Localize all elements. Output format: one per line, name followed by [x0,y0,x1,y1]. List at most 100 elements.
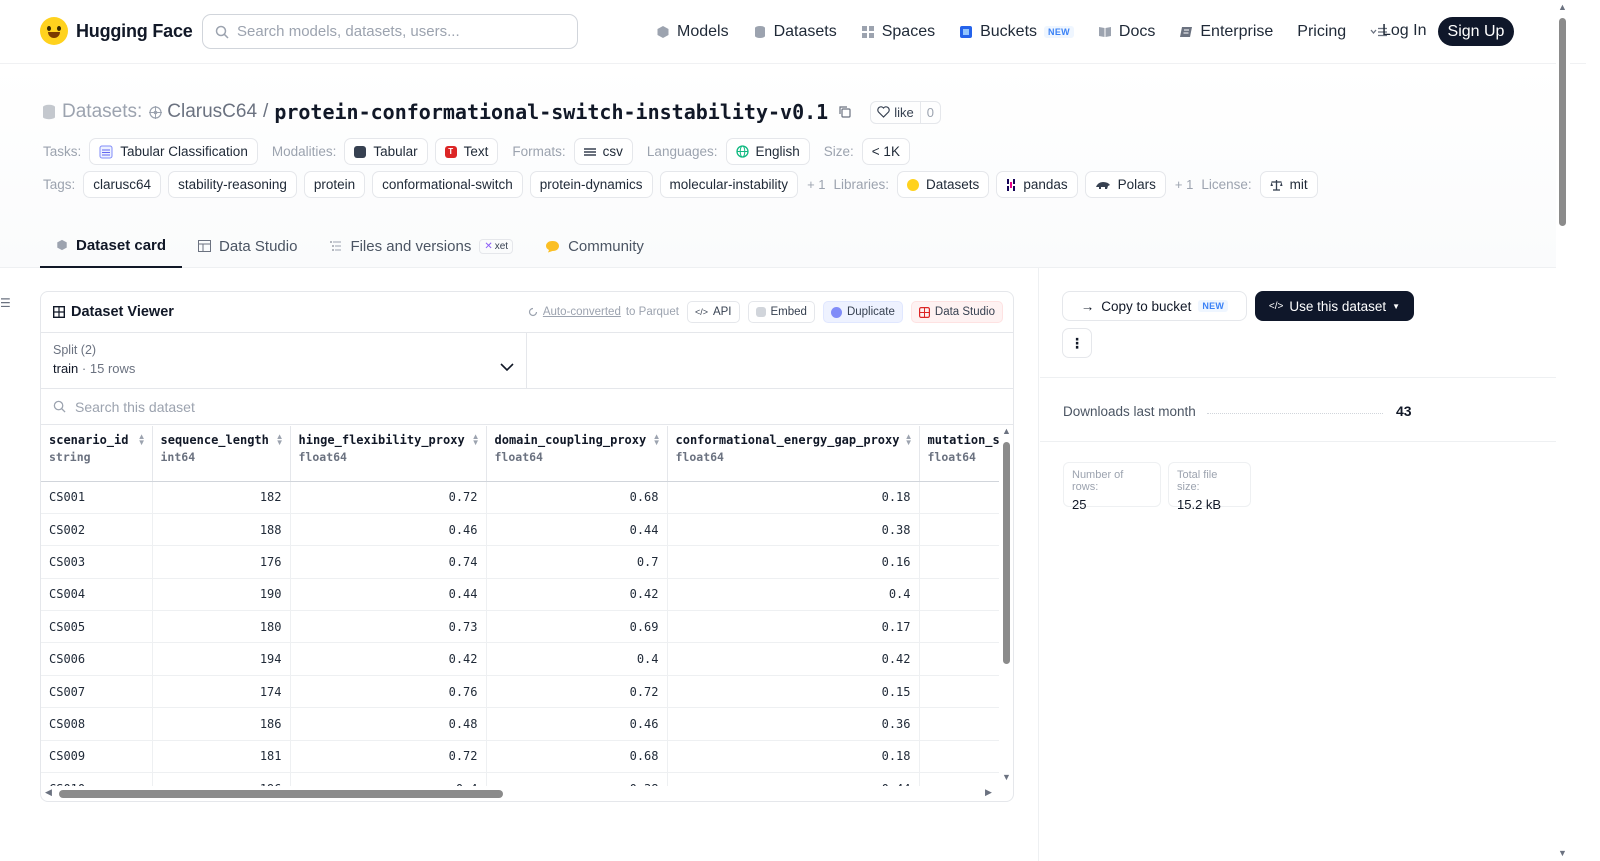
nav-pricing[interactable]: Pricing [1297,18,1346,46]
scroll-right-arrow[interactable]: ▶ [985,787,992,798]
global-search-input[interactable] [237,23,557,40]
table-vertical-scrollbar[interactable]: ▲ ▼ [1001,426,1013,782]
data-studio-button[interactable]: Data Studio [910,301,1003,323]
repo-name[interactable]: protein-conformational-switch-instabilit… [274,100,828,124]
api-label: API [712,306,732,318]
api-button[interactable]: </> API [686,301,740,323]
tab-label: Data Studio [219,237,298,255]
table-cell: 0.48 [290,707,487,741]
column-header[interactable]: sequence_length int64 ▲ ▼ [152,426,291,482]
datasets-breadcrumb[interactable]: Datasets: [62,101,142,123]
modality-chip-text[interactable]: T Text [434,138,499,165]
column-header[interactable]: domain_coupling_proxy float64 ▲ ▼ [486,426,668,482]
column-header[interactable]: scenario_id string ▲ ▼ [41,426,153,482]
tag-chip[interactable]: protein [303,171,366,198]
task-chip[interactable]: Tabular Classification [89,138,258,165]
column-header[interactable]: mutation_s float64 [919,426,999,482]
nav-buckets[interactable]: Buckets NEW [959,18,1074,46]
table-cell: 0.76 [290,675,487,709]
embed-button[interactable]: Embed [747,301,815,323]
language-chip[interactable]: English [725,138,810,165]
sort-icon[interactable]: ▲ ▼ [905,433,913,447]
scrollbar-thumb[interactable] [59,790,503,798]
table-cell: 0.46 [486,707,668,741]
scroll-up-arrow[interactable]: ▲ [1002,426,1011,436]
table-row[interactable]: CS0101960.40.380.44 [41,772,999,786]
more-options-button[interactable]: ⋮ [1062,328,1092,358]
like-button[interactable]: like 0 [870,100,941,124]
size-chip[interactable]: < 1K [861,138,910,165]
owner-link[interactable]: ClarusC64 [148,101,257,123]
table-row[interactable]: CS003 176 0.74 0.7 0.16 [41,545,999,579]
table-row[interactable]: CS004 190 0.44 0.42 0.4 [41,578,999,612]
table-cell: 0.42 [486,578,668,612]
sort-icon[interactable]: ▲ ▼ [653,433,661,447]
nav-datasets[interactable]: Datasets [753,18,837,46]
tab-files-and-versions[interactable]: Files and versions ✕ xet [313,224,529,268]
metadata-row-1: Tasks: Tabular Classification Modalities… [43,138,917,165]
scroll-down-arrow[interactable]: ▼ [1558,848,1567,858]
duplicate-button[interactable]: Duplicate [822,301,903,323]
table-cell: 0.73 [290,610,487,644]
nav-docs[interactable]: Docs [1098,18,1155,46]
library-chip-pandas[interactable]: pandas [996,171,1078,198]
library-chip-polars[interactable]: Polars [1084,171,1166,198]
tab-dataset-card[interactable]: Dataset card [40,224,183,268]
tab-data-studio[interactable]: Data Studio [182,224,313,268]
library-chip-datasets[interactable]: Datasets [897,171,990,198]
use-this-dataset-button[interactable]: </> Use this dataset ▼ [1255,291,1414,321]
scroll-left-arrow[interactable]: ◀ [45,787,52,798]
modality-chip-tabular[interactable]: Tabular [344,138,428,165]
tag-chip[interactable]: molecular-instability [659,171,799,198]
tag-chip[interactable]: conformational-switch [372,171,523,198]
nav-enterprise[interactable]: Enterprise [1179,18,1273,46]
table-icon [53,306,65,318]
tab-community[interactable]: Community [529,224,660,268]
scroll-down-arrow[interactable]: ▼ [1002,772,1011,782]
tag-chip[interactable]: stability-reasoning [168,171,297,198]
table-row[interactable]: CS002 188 0.46 0.44 0.38 [41,513,999,547]
column-header[interactable]: conformational_energy_gap_proxy float64 ▲ ▼ [667,426,920,482]
scroll-up-arrow[interactable]: ▲ [1558,2,1567,12]
brand-logo[interactable]: Hugging Face [40,17,193,45]
dataset-search[interactable] [41,389,1013,425]
table-row[interactable]: CS009 181 0.72 0.68 0.18 [41,740,999,774]
dataset-icon [43,104,55,120]
sort-icon[interactable]: ▲ ▼ [138,433,146,447]
sort-icon[interactable]: ▲ ▼ [276,433,284,447]
format-chip[interactable]: csv [573,138,633,165]
table-cell: CS005 [41,610,153,644]
table-row[interactable]: CS006 194 0.42 0.4 0.42 [41,642,999,676]
signup-button[interactable]: Sign Up [1438,17,1514,46]
column-header[interactable]: hinge_flexibility_proxy float64 ▲ ▼ [290,426,487,482]
table-horizontal-scrollbar[interactable]: ◀ ▶ [43,786,997,800]
table-row[interactable]: CS001 182 0.72 0.68 0.18 [41,481,999,514]
table-row[interactable]: CS007 174 0.76 0.72 0.15 [41,675,999,709]
library-label: pandas [1023,177,1068,192]
libraries-more-button[interactable]: + 1 [1175,177,1193,192]
scrollbar-thumb[interactable] [1003,442,1010,664]
copy-icon[interactable] [838,105,852,119]
login-link[interactable]: Log In [1382,22,1426,40]
tag-chip[interactable]: protein-dynamics [529,171,653,198]
table-cell [919,707,999,741]
scrollbar-thumb[interactable] [1559,18,1566,226]
grid-icon [861,26,874,38]
page-scrollbar[interactable]: ▲ ▼ [1556,0,1570,861]
table-row[interactable]: CS005 180 0.73 0.69 0.17 [41,610,999,644]
nav-models[interactable]: Models [656,18,729,46]
license-label: License: [1201,177,1252,192]
copy-to-bucket-button[interactable]: → Copy to bucket NEW [1062,291,1247,321]
tags-more-button[interactable]: + 1 [807,177,825,192]
license-chip[interactable]: mit [1259,171,1318,198]
dataset-search-input[interactable] [75,398,475,415]
auto-converted-link[interactable]: Auto-converted [543,306,621,318]
global-search[interactable] [202,14,578,49]
table-row[interactable]: CS008 186 0.48 0.46 0.36 [41,707,999,741]
table-cell: 174 [152,675,291,709]
tag-chip[interactable]: clarusc64 [83,171,162,198]
side-menu-toggle[interactable]: ☰ [0,296,11,310]
sort-icon[interactable]: ▲ ▼ [472,433,480,447]
nav-spaces[interactable]: Spaces [861,18,935,46]
split-selector[interactable]: Split (2) train · 15 rows [41,333,527,389]
